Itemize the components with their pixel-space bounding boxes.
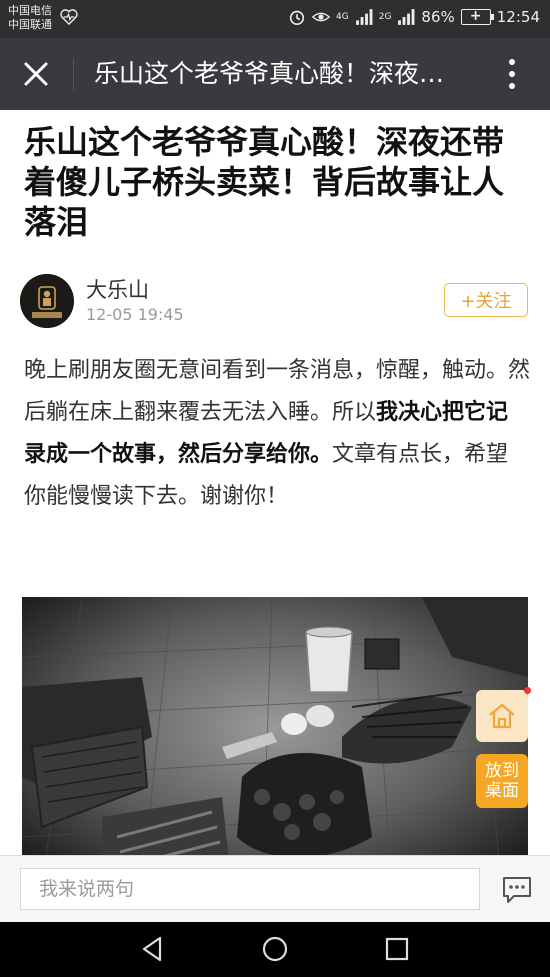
system-navigation-bar <box>0 922 550 977</box>
notification-dot <box>524 687 531 694</box>
health-heart-icon <box>60 9 78 25</box>
more-button[interactable] <box>492 54 532 94</box>
more-vertical-icon <box>509 59 515 65</box>
battery-icon: + <box>460 8 494 25</box>
signal-2-icon <box>398 9 415 25</box>
desktop-label-1: 放到 <box>485 761 519 781</box>
battery-percent: 86% <box>421 8 455 26</box>
article-paragraph: 晚上刷朋友圈无意间看到一条消息，惊醒，触动。然后躺在床上翻来覆去无法入睡。所以我… <box>24 350 530 518</box>
top-navbar: 乐山这个老爷爷真心酸！深夜… <box>0 38 550 110</box>
close-button[interactable] <box>14 52 58 96</box>
avatar[interactable] <box>20 274 74 328</box>
network-2-label: 2G <box>378 11 392 22</box>
back-icon[interactable] <box>138 934 168 964</box>
author-row: 大乐山 12-05 19:45 +关注 <box>20 270 530 332</box>
article-headline: 乐山这个老爷爷真心酸！深夜还带着傻儿子桥头卖菜！背后故事让人落泪 <box>24 123 505 241</box>
close-icon <box>24 62 48 86</box>
author-logo-icon <box>20 274 74 328</box>
publish-date: 12-05 19:45 <box>86 305 184 324</box>
eye-icon <box>312 12 331 22</box>
home-icon <box>489 703 515 729</box>
clock: 12:54 <box>496 8 540 26</box>
home-circle-icon[interactable] <box>260 934 290 964</box>
article-photo[interactable] <box>22 597 528 867</box>
navbar-title: 乐山这个老爷爷真心酸！深夜… <box>94 59 445 88</box>
market-photo-image <box>22 597 528 867</box>
navbar-divider <box>73 58 74 90</box>
article-content[interactable]: 乐山这个老爷爷真心酸！深夜还带着傻儿子桥头卖菜！背后故事让人落泪 大乐山 12-… <box>0 110 550 867</box>
carrier-1: 中国电信 <box>8 4 52 17</box>
status-icons: 4G 2G 86% + 12:54 <box>288 8 540 26</box>
comment-icon[interactable] <box>500 872 534 906</box>
follow-button[interactable]: +关注 <box>444 283 528 317</box>
recents-icon[interactable] <box>382 934 412 964</box>
comment-input[interactable]: 我来说两句 <box>20 868 480 910</box>
floating-home-button[interactable] <box>476 687 531 742</box>
network-1-label: 4G <box>336 11 349 22</box>
carrier-labels: 中国电信 中国联通 <box>8 4 52 32</box>
comment-bar: 我来说两句 <box>0 855 550 922</box>
add-to-desktop-button[interactable]: 放到 桌面 <box>476 754 528 808</box>
status-bar: 中国电信 中国联通 4G 2G 86% + 12:54 <box>0 0 550 38</box>
alarm-icon <box>289 10 305 26</box>
carrier-2: 中国联通 <box>8 18 52 31</box>
desktop-label-2: 桌面 <box>485 781 519 801</box>
signal-1-icon <box>355 9 373 25</box>
author-name[interactable]: 大乐山 <box>86 274 149 304</box>
